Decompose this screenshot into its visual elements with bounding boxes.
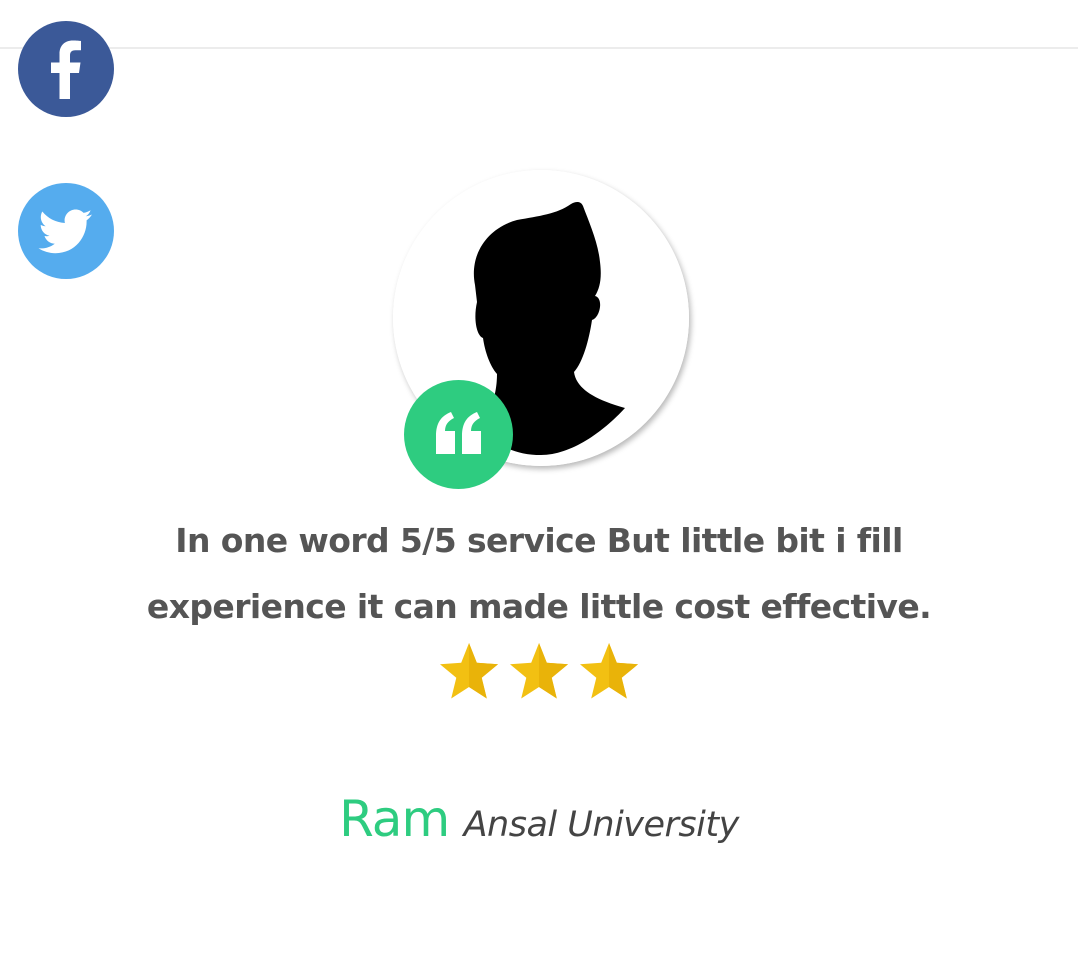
quote-icon <box>436 412 481 454</box>
quote-badge <box>404 380 513 489</box>
header-divider <box>0 47 1078 49</box>
star-icon <box>436 640 502 706</box>
author-line: Ram Ansal University <box>0 790 1078 848</box>
author-organization: Ansal University <box>463 805 740 845</box>
facebook-share-button[interactable] <box>18 21 114 117</box>
star-icon <box>576 640 642 706</box>
twitter-share-button[interactable] <box>18 183 114 279</box>
twitter-icon <box>18 183 114 279</box>
author-name: Ram <box>339 790 450 848</box>
star-rating <box>0 640 1078 706</box>
testimonial-text: In one word 5/5 service But little bit i… <box>146 521 932 626</box>
facebook-icon <box>18 21 114 117</box>
star-icon <box>506 640 572 706</box>
